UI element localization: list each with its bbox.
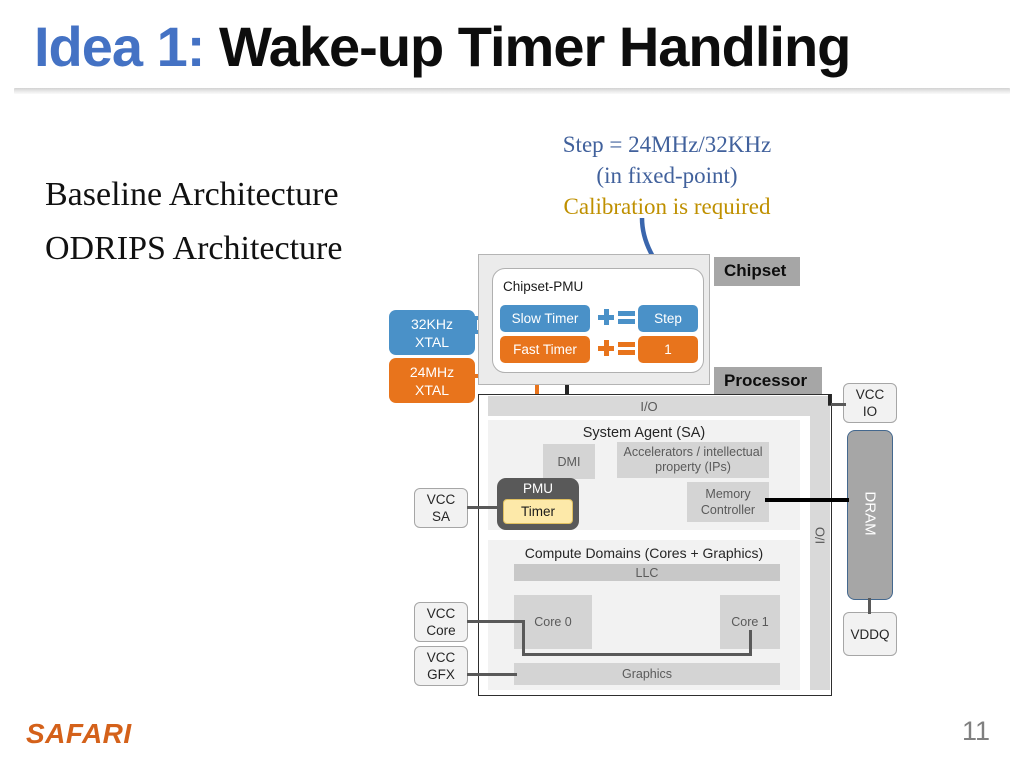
vcc-gfx-line2: GFX — [427, 667, 455, 682]
io-top-bar: I/O — [488, 396, 810, 416]
equals-icon — [618, 310, 635, 324]
vcc-io-line1: VCC — [855, 387, 885, 402]
wire-memc-to-dram — [765, 498, 849, 502]
vcc-sa-line1: VCC — [426, 492, 456, 507]
plus-icon — [598, 340, 614, 356]
wire-vccio-v — [828, 394, 831, 405]
vcc-gfx-line1: VCC — [426, 650, 456, 665]
dmi-block: DMI — [543, 444, 595, 479]
slow-timer-block: Slow Timer — [500, 305, 590, 332]
operator-group-fast — [598, 340, 635, 356]
core0-block: Core 0 — [514, 595, 592, 649]
one-value-block: 1 — [638, 336, 698, 363]
chipset-pmu-label: Chipset-PMU — [503, 279, 584, 294]
vcc-core-line2: Core — [426, 623, 456, 638]
timer-block: Timer — [503, 499, 573, 524]
vcc-sa-line2: SA — [431, 509, 450, 524]
safari-logo: SAFARI — [26, 718, 132, 749]
compute-domains-label: Compute Domains (Cores + Graphics) — [524, 545, 764, 561]
plus-icon — [598, 309, 614, 325]
io-right-label: I/O — [812, 526, 828, 545]
xtal-32khz-type: XTAL — [415, 333, 449, 350]
operator-group-slow — [598, 309, 635, 325]
vcc-gfx-rail: VCC GFX — [414, 646, 468, 686]
wire-core1-drop — [749, 630, 752, 656]
wire-vccgfx-to-graphics — [467, 673, 517, 676]
dram-label: DRAM — [861, 491, 879, 536]
xtal-32khz-block: 32KHz XTAL — [389, 310, 475, 355]
llc-block: LLC — [514, 564, 780, 581]
wire-core-ring-bottom — [522, 653, 752, 656]
architecture-diagram: Chipset-PMU Slow Timer Fast Timer Step 1… — [0, 0, 1024, 768]
fast-timer-block: Fast Timer — [500, 336, 590, 363]
step-value-block: Step — [638, 305, 698, 332]
wire-vccsa-to-pmu — [467, 506, 499, 509]
graphics-block: Graphics — [514, 663, 780, 685]
equals-icon — [618, 341, 635, 355]
vcc-core-line1: VCC — [426, 606, 456, 621]
vcc-core-rail: VCC Core — [414, 602, 468, 642]
wire-vcccore-h — [467, 620, 525, 623]
wire-dram-to-vddq — [868, 598, 871, 614]
vcc-io-rail: VCC IO — [843, 383, 897, 423]
vcc-sa-rail: VCC SA — [414, 488, 468, 528]
vcc-io-line2: IO — [862, 404, 878, 419]
memory-controller-block: Memory Controller — [687, 482, 769, 522]
xtal-24mhz-block: 24MHz XTAL — [389, 358, 475, 403]
pmu-label: PMU — [523, 481, 553, 496]
accelerators-ips-block: Accelerators / intellectual property (IP… — [617, 442, 769, 478]
processor-tab-label: Processor — [714, 367, 822, 396]
vddq-rail: VDDQ — [843, 612, 897, 656]
chipset-tab-label: Chipset — [714, 257, 800, 286]
xtal-24mhz-freq: 24MHz — [409, 363, 455, 380]
system-agent-label: System Agent (SA) — [582, 425, 706, 441]
xtal-24mhz-type: XTAL — [415, 381, 449, 398]
page-number: 11 — [961, 716, 990, 746]
xtal-32khz-freq: 32KHz — [410, 315, 454, 332]
wire-vcccore-v — [522, 620, 525, 656]
